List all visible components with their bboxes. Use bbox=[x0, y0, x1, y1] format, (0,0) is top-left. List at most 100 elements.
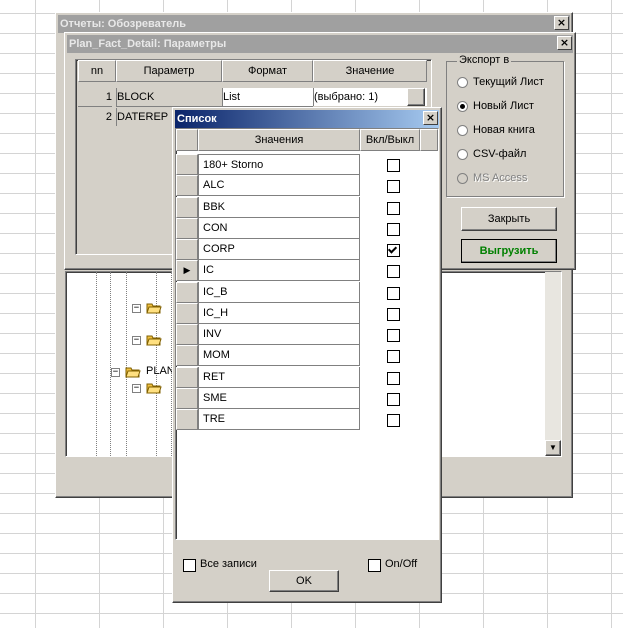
row-selector[interactable] bbox=[176, 175, 198, 196]
list-item-checkbox[interactable] bbox=[387, 202, 400, 215]
row-nn: 1 bbox=[78, 88, 112, 107]
list-grid[interactable]: Значения Вкл/Выкл 180+ Storno ALC BBK CON CO… bbox=[175, 128, 439, 540]
value-picker-button[interactable] bbox=[407, 88, 425, 106]
list-item[interactable]: MOM bbox=[176, 345, 438, 366]
list-item[interactable]: ▶ IC bbox=[176, 260, 438, 281]
row-selector[interactable] bbox=[176, 154, 198, 175]
close-dialog-button[interactable]: Закрыть bbox=[461, 207, 557, 231]
list-item-checkbox[interactable] bbox=[387, 223, 400, 236]
onoff-checkbox[interactable] bbox=[368, 559, 381, 572]
tree-guide bbox=[110, 272, 111, 456]
observer-close-button[interactable]: × bbox=[554, 16, 569, 30]
tree-scrollbar[interactable]: ▼ bbox=[545, 272, 561, 456]
tree-collapse-toggle[interactable]: − bbox=[132, 384, 141, 393]
radio-current-sheet[interactable] bbox=[457, 77, 468, 88]
list-item-label: BBK bbox=[198, 197, 360, 218]
list-item-checkbox[interactable] bbox=[387, 265, 400, 278]
list-item[interactable]: TRE bbox=[176, 409, 438, 430]
list-item-label: ALC bbox=[198, 175, 360, 196]
export-option-current-sheet[interactable]: Текущий Лист bbox=[457, 76, 561, 90]
close-icon: × bbox=[425, 111, 436, 124]
list-item-label: IC_H bbox=[198, 303, 360, 324]
tree-collapse-toggle[interactable]: − bbox=[132, 304, 141, 313]
all-records-label: Все записи bbox=[200, 558, 257, 570]
radio-label: Новая книга bbox=[473, 124, 535, 136]
list-item-label: 180+ Storno bbox=[198, 154, 360, 175]
list-titlebar: Список × bbox=[175, 110, 439, 128]
list-item-checkbox[interactable] bbox=[387, 393, 400, 406]
row-selector[interactable] bbox=[176, 239, 198, 260]
radio-new-sheet[interactable] bbox=[457, 101, 468, 112]
row-selector[interactable] bbox=[176, 409, 198, 430]
list-close-button[interactable]: × bbox=[423, 111, 438, 125]
col-header-param[interactable]: Параметр bbox=[116, 60, 222, 82]
row-selector[interactable] bbox=[176, 218, 198, 239]
col-header-onoff[interactable]: Вкл/Выкл bbox=[360, 129, 420, 151]
folder-open-icon bbox=[146, 335, 162, 346]
folder-open-icon bbox=[125, 367, 141, 378]
tree-guide bbox=[96, 272, 97, 456]
close-icon: × bbox=[559, 36, 570, 49]
list-item-checkbox[interactable] bbox=[387, 414, 400, 427]
list-item[interactable]: CORP bbox=[176, 239, 438, 260]
onoff-label: On/Off bbox=[385, 558, 418, 570]
list-item-checkbox[interactable] bbox=[387, 244, 400, 257]
col-header-format[interactable]: Формат bbox=[222, 60, 313, 82]
radio-csv[interactable] bbox=[457, 149, 468, 160]
params-close-button[interactable]: × bbox=[557, 36, 572, 50]
radio-ms-access bbox=[457, 173, 468, 184]
col-header-nn[interactable]: nn bbox=[78, 60, 116, 82]
list-item-label: TRE bbox=[198, 409, 360, 430]
scroll-down-button[interactable]: ▼ bbox=[545, 440, 561, 456]
list-item[interactable]: RET bbox=[176, 367, 438, 388]
export-button[interactable]: Выгрузить bbox=[461, 239, 557, 263]
row-selector[interactable] bbox=[176, 367, 198, 388]
list-item[interactable]: IC_H bbox=[176, 303, 438, 324]
list-item[interactable]: INV bbox=[176, 324, 438, 345]
radio-label: Новый Лист bbox=[473, 100, 534, 112]
ok-button[interactable]: OK bbox=[269, 570, 339, 592]
list-item[interactable]: IC_B bbox=[176, 282, 438, 303]
row-selector[interactable] bbox=[176, 388, 198, 409]
list-item[interactable]: 180+ Storno bbox=[176, 154, 438, 175]
row-selector[interactable] bbox=[176, 282, 198, 303]
list-item-label: CON bbox=[198, 218, 360, 239]
close-icon: × bbox=[556, 16, 567, 29]
list-item[interactable]: ALC bbox=[176, 175, 438, 196]
row-selector[interactable]: ▶ bbox=[176, 260, 198, 281]
tree-node-label[interactable]: PLAN bbox=[146, 365, 175, 377]
col-header-value[interactable]: Значение bbox=[313, 60, 427, 82]
folder-open-icon bbox=[146, 383, 162, 394]
all-records-toggle[interactable]: Все записи bbox=[183, 558, 273, 572]
list-item-checkbox[interactable] bbox=[387, 372, 400, 385]
row-selector[interactable] bbox=[176, 197, 198, 218]
radio-label: Текущий Лист bbox=[473, 76, 544, 88]
tree-collapse-toggle[interactable]: − bbox=[111, 368, 120, 377]
row-param: BLOCK bbox=[116, 88, 222, 107]
list-item[interactable]: BBK bbox=[176, 197, 438, 218]
all-records-checkbox[interactable] bbox=[183, 559, 196, 572]
observer-title: Отчеты: Обозреватель bbox=[60, 18, 187, 30]
tree-collapse-toggle[interactable]: − bbox=[132, 336, 141, 345]
radio-label: CSV-файл bbox=[473, 148, 527, 160]
list-item-checkbox[interactable] bbox=[387, 329, 400, 342]
list-item-checkbox[interactable] bbox=[387, 308, 400, 321]
row-value[interactable]: (выбрано: 1) bbox=[313, 88, 427, 106]
row-selector[interactable] bbox=[176, 345, 198, 366]
export-group: Экспорт в Текущий Лист Новый Лист Новая … bbox=[446, 54, 564, 197]
export-option-new-book[interactable]: Новая книга bbox=[457, 124, 561, 138]
list-item-label: IC_B bbox=[198, 282, 360, 303]
col-header-values[interactable]: Значения bbox=[198, 129, 360, 151]
onoff-toggle[interactable]: On/Off bbox=[368, 558, 428, 572]
row-selector[interactable] bbox=[176, 324, 198, 345]
list-item-checkbox[interactable] bbox=[387, 159, 400, 172]
row-selector[interactable] bbox=[176, 303, 198, 324]
list-item-checkbox[interactable] bbox=[387, 350, 400, 363]
list-item-checkbox[interactable] bbox=[387, 287, 400, 300]
list-item-checkbox[interactable] bbox=[387, 180, 400, 193]
export-option-new-sheet[interactable]: Новый Лист bbox=[457, 100, 561, 114]
list-item[interactable]: SME bbox=[176, 388, 438, 409]
list-item[interactable]: CON bbox=[176, 218, 438, 239]
export-option-csv[interactable]: CSV-файл bbox=[457, 148, 561, 162]
radio-new-book[interactable] bbox=[457, 125, 468, 136]
